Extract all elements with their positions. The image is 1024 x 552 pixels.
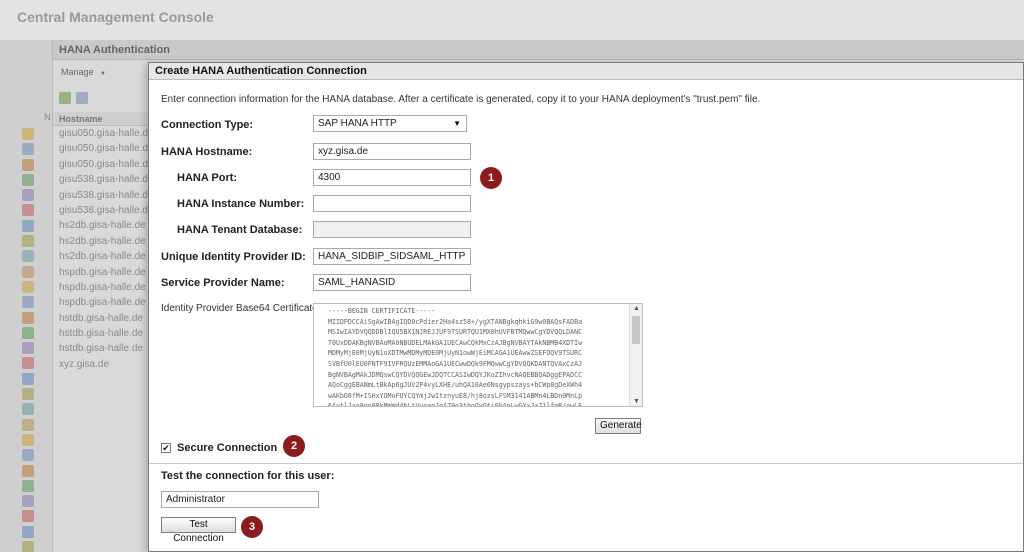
nav-app-icon[interactable]: [22, 296, 34, 309]
hana-window-title: HANA Authentication: [53, 40, 1024, 60]
edit-connection-icon[interactable]: [76, 92, 88, 104]
certificate-scrollbar[interactable]: ▲ ▼: [629, 304, 642, 406]
certificate-label: Identity Provider Base64 Certificate:: [161, 303, 321, 314]
connection-type-select[interactable]: SAP HANA HTTP ▼: [313, 115, 467, 132]
hostname-row[interactable]: hspdb.gisa-halle.de: [53, 265, 149, 280]
nav-app-icon[interactable]: [22, 464, 34, 477]
nav-app-icon[interactable]: [22, 189, 34, 202]
hana-instance-number-field[interactable]: [313, 195, 471, 212]
hana-hostname-field[interactable]: [313, 143, 471, 160]
console-header: Central Management Console: [0, 0, 1024, 40]
nav-app-icon[interactable]: [22, 479, 34, 492]
nav-icon-column: [22, 128, 38, 552]
hostname-row[interactable]: hstdb.gisa-halle.de: [53, 341, 149, 356]
hostname-list: Hostname gisu050.gisa-halle.de gisu050.gi…: [53, 112, 149, 552]
hostname-row[interactable]: hspdb.gisa-halle.de: [53, 295, 149, 310]
nav-app-icon[interactable]: [22, 219, 34, 232]
identity-provider-id-label: Unique Identity Provider ID:: [161, 251, 306, 263]
service-provider-name-label: Service Provider Name:: [161, 277, 285, 289]
dialog-title: Create HANA Authentication Connection: [149, 63, 1023, 80]
hostname-column-header[interactable]: Hostname: [53, 112, 149, 126]
hana-port-field[interactable]: [313, 169, 471, 186]
generate-button[interactable]: Generate: [595, 418, 642, 434]
nav-app-icon[interactable]: [22, 311, 34, 324]
scroll-thumb[interactable]: [632, 316, 640, 344]
console-title: Central Management Console: [17, 9, 214, 25]
chevron-down-icon: ▼: [453, 119, 461, 128]
test-connection-heading: Test the connection for this user:: [161, 470, 335, 482]
nav-label: N: [44, 112, 51, 122]
callout-badge-2: 2: [283, 435, 305, 457]
hana-instance-number-label: HANA Instance Number:: [177, 198, 305, 210]
hostname-row[interactable]: gisu538.gisa-halle.de: [53, 203, 149, 218]
hostname-row[interactable]: hs2db.gisa-halle.de: [53, 249, 149, 264]
nav-app-icon[interactable]: [22, 541, 34, 552]
nav-app-icon[interactable]: [22, 326, 34, 339]
scroll-up-icon[interactable]: ▲: [633, 305, 640, 312]
nav-app-icon[interactable]: [22, 403, 34, 416]
hostname-row[interactable]: hstdb.gisa-halle.de: [53, 326, 149, 341]
connection-type-label: Connection Type:: [161, 119, 254, 131]
nav-app-icon[interactable]: [22, 495, 34, 508]
console-left-nav: N: [0, 40, 52, 552]
add-connection-icon[interactable]: [59, 92, 71, 104]
hana-tenant-database-label: HANA Tenant Database:: [177, 224, 303, 236]
certificate-textarea[interactable]: -----BEGIN CERTIFICATE----- MIIDPDCCAiSg…: [313, 303, 643, 407]
hana-port-label: HANA Port:: [177, 172, 238, 184]
hana-toolbar: [59, 92, 88, 104]
nav-app-icon[interactable]: [22, 433, 34, 446]
section-divider: [149, 463, 1023, 464]
secure-connection-label: Secure Connection: [177, 442, 278, 454]
hostname-row[interactable]: xyz.gisa.de: [53, 357, 149, 372]
hana-hostname-label: HANA Hostname:: [161, 146, 253, 158]
hostname-row[interactable]: hs2db.gisa-halle.de: [53, 218, 149, 233]
identity-provider-id-field[interactable]: [313, 248, 471, 265]
nav-app-icon[interactable]: [22, 143, 34, 156]
manage-bar: Manage ▼: [53, 60, 149, 88]
test-connection-button[interactable]: Test Connection: [161, 517, 236, 544]
hostname-row[interactable]: gisu050.gisa-halle.de: [53, 157, 149, 172]
nav-app-icon[interactable]: [22, 280, 34, 293]
chevron-down-icon: ▼: [100, 71, 106, 77]
nav-app-icon[interactable]: [22, 128, 34, 140]
hostname-row[interactable]: gisu050.gisa-halle.de: [53, 126, 149, 141]
certificate-text: -----BEGIN CERTIFICATE----- MIIDPDCCAiSg…: [328, 307, 583, 406]
nav-app-icon[interactable]: [22, 173, 34, 186]
nav-app-icon[interactable]: [22, 250, 34, 263]
hostname-row[interactable]: hs2db.gisa-halle.de: [53, 234, 149, 249]
hostname-row[interactable]: gisu050.gisa-halle.de: [53, 141, 149, 156]
dialog-intro-text: Enter connection information for the HAN…: [161, 94, 761, 105]
manage-label: Manage: [61, 67, 94, 77]
callout-badge-1: 1: [480, 167, 502, 189]
nav-app-icon[interactable]: [22, 357, 34, 370]
nav-app-icon[interactable]: [22, 265, 34, 278]
create-hana-connection-dialog: Create HANA Authentication Connection En…: [148, 62, 1024, 552]
nav-app-icon[interactable]: [22, 418, 34, 431]
nav-app-icon[interactable]: [22, 372, 34, 385]
nav-app-icon[interactable]: [22, 235, 34, 248]
nav-app-icon[interactable]: [22, 204, 34, 217]
secure-connection-checkbox[interactable]: ✔: [161, 443, 171, 453]
nav-app-icon[interactable]: [22, 342, 34, 355]
nav-app-icon[interactable]: [22, 449, 34, 462]
hana-tenant-database-field: [313, 221, 471, 238]
nav-app-icon[interactable]: [22, 158, 34, 171]
hostname-row[interactable]: hspdb.gisa-halle.de: [53, 280, 149, 295]
callout-badge-3: 3: [241, 516, 263, 538]
service-provider-name-field[interactable]: [313, 274, 471, 291]
scroll-down-icon[interactable]: ▼: [633, 398, 640, 405]
hostname-row[interactable]: hstdb.gisa-halle.de: [53, 311, 149, 326]
hostname-row[interactable]: gisu538.gisa-halle.de: [53, 172, 149, 187]
nav-app-icon[interactable]: [22, 525, 34, 538]
connection-type-value: SAP HANA HTTP: [318, 118, 397, 129]
nav-app-icon[interactable]: [22, 388, 34, 401]
test-user-field[interactable]: [161, 491, 319, 508]
manage-menu-button[interactable]: Manage ▼: [61, 67, 106, 77]
nav-app-icon[interactable]: [22, 510, 34, 523]
hostname-row[interactable]: gisu538.gisa-halle.de: [53, 188, 149, 203]
